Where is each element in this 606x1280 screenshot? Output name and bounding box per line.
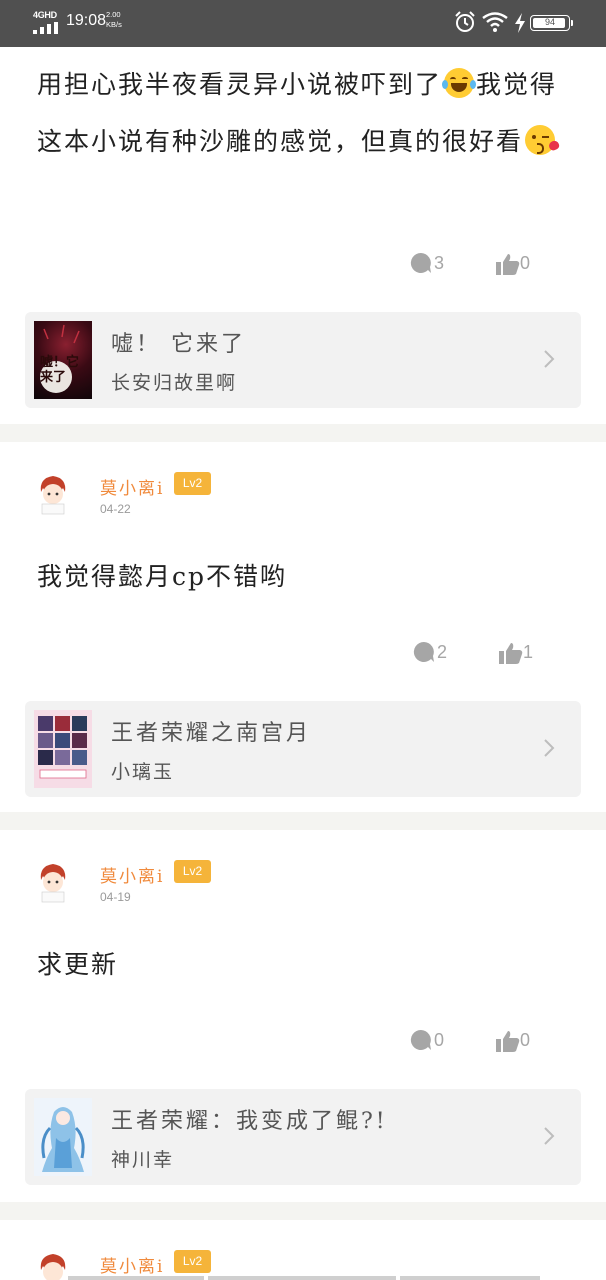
level-badge: Lv2 — [174, 472, 211, 495]
alarm-icon — [455, 11, 475, 32]
comment-icon — [410, 1029, 431, 1050]
bottom-placeholder-bar — [208, 1276, 396, 1280]
book-card[interactable]: 王者荣耀之南宫月 小璃玉 — [25, 701, 581, 797]
book-author: 长安归故里啊 — [111, 372, 238, 394]
like-count: 1 — [523, 642, 534, 662]
level-badge: Lv2 — [174, 1250, 211, 1273]
section-divider — [0, 812, 606, 830]
username[interactable]: 莫小离i — [100, 1252, 164, 1277]
network-type: 4GHD — [33, 10, 57, 20]
level-badge: Lv2 — [174, 860, 211, 883]
comment-count: 0 — [434, 1030, 445, 1050]
avatar[interactable] — [33, 1250, 73, 1280]
chevron-right-icon — [544, 739, 555, 757]
book-title: 嘘！ 它来了 — [111, 332, 246, 357]
comment-count: 2 — [437, 642, 448, 662]
status-time: 19:08 — [66, 12, 107, 29]
post-card: 莫小离i Lv2 04-19 求更新 0 0 王者荣耀：我变成了鲲?! 神川幸 — [0, 830, 606, 1202]
comment-icon — [413, 641, 434, 662]
charging-icon — [515, 13, 525, 33]
post-card: 莫小离i Lv2 04-22 我觉得懿月cp不错哟 2 1 王者荣耀之南宫月 小… — [0, 442, 606, 812]
battery-level: 94 — [544, 17, 555, 27]
chevron-right-icon — [544, 350, 555, 368]
comment-icon — [410, 252, 431, 273]
network-speed: 2.00 KB/s — [106, 10, 122, 30]
book-title: 王者荣耀之南宫月 — [111, 721, 312, 746]
post-text: 我觉得懿月cp不错哟 — [37, 562, 288, 591]
section-divider — [0, 424, 606, 442]
book-cover — [34, 1098, 92, 1176]
book-author: 小璃玉 — [111, 761, 175, 783]
laughing-crying-emoji — [442, 68, 477, 98]
book-cover — [34, 710, 92, 788]
comment-count: 3 — [434, 253, 445, 273]
section-divider — [0, 1202, 606, 1220]
speed-value: 2.00 — [106, 10, 121, 19]
status-bar: 4GHD 19:08 2.00 KB/s 94 — [0, 0, 606, 47]
username[interactable]: 莫小离i — [100, 862, 164, 887]
post-text: 求更新 — [37, 950, 119, 979]
post-date: 04-19 — [100, 890, 131, 904]
post-card: 莫小离i Lv2 — [0, 1220, 606, 1280]
like-count: 0 — [520, 1030, 531, 1050]
bottom-placeholder-bar — [400, 1276, 540, 1280]
signal-icon: 4GHD — [33, 10, 61, 34]
post-text-part: 用担心我半夜看灵异小说被吓到了 — [37, 70, 443, 99]
avatar[interactable] — [33, 472, 73, 516]
book-card[interactable]: 王者荣耀：我变成了鲲?! 神川幸 — [25, 1089, 581, 1185]
bottom-placeholder-bar — [68, 1276, 204, 1280]
thumbs-up-icon — [496, 254, 520, 275]
username[interactable]: 莫小离i — [100, 474, 164, 499]
thumbs-up-icon — [499, 643, 523, 664]
book-title: 王者荣耀：我变成了鲲?! — [111, 1109, 388, 1134]
book-author: 神川幸 — [111, 1149, 175, 1171]
like-count: 0 — [520, 253, 531, 273]
post-date: 04-22 — [100, 502, 131, 516]
wifi-icon — [482, 12, 508, 32]
battery-icon: 94 — [530, 15, 573, 31]
speed-unit: KB/s — [106, 20, 122, 29]
cover-title: 嘘！它来了 — [40, 355, 80, 385]
book-card[interactable]: 嘘！它来了 嘘！ 它来了 长安归故里啊 — [25, 312, 581, 408]
thumbs-up-icon — [496, 1031, 520, 1052]
book-cover: 嘘！它来了 — [34, 321, 92, 399]
chevron-right-icon — [544, 1127, 555, 1145]
kiss-emoji — [525, 125, 561, 155]
avatar[interactable] — [33, 860, 73, 904]
post-text: 用担心我半夜看灵异小说被吓到了 我觉得这本小说有种沙雕的感觉，但真的很好看 — [37, 56, 577, 170]
